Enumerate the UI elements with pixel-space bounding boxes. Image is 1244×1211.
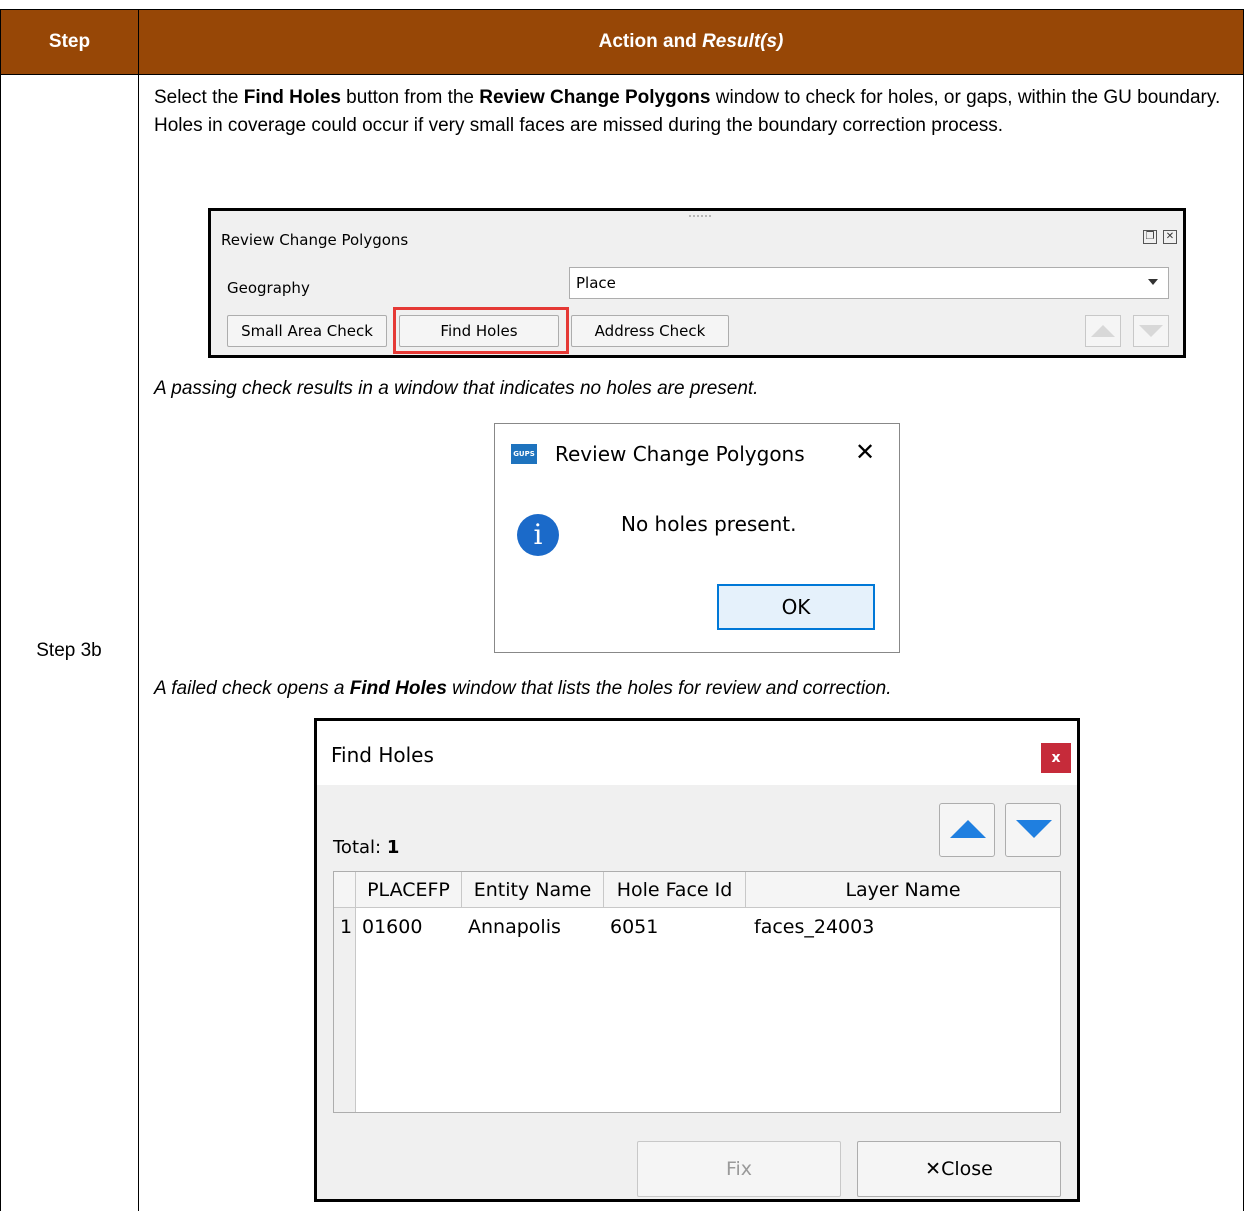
close-icon[interactable]: x xyxy=(1041,743,1071,773)
holes-table: PLACEFP Entity Name Hole Face Id Layer N… xyxy=(333,871,1061,1113)
pass-caption: A passing check results in a window that… xyxy=(154,378,759,399)
dialog-title: Review Change Polygons xyxy=(555,442,805,466)
chevron-down-icon xyxy=(1148,279,1158,285)
dialog-body: i No holes present. OK xyxy=(495,486,899,652)
review-change-polygons-panel: Review Change Polygons ❐ ✕ Geography Pla… xyxy=(208,208,1186,358)
fail-caption: A failed check opens a Find Holes window… xyxy=(154,678,892,700)
close-icon: ✕ xyxy=(925,1158,942,1180)
drag-grip[interactable] xyxy=(689,215,711,217)
panel-title: Review Change Polygons xyxy=(221,231,409,249)
geography-value: Place xyxy=(576,274,616,292)
total-label: Total: xyxy=(333,837,382,858)
row-header-column xyxy=(334,908,356,1112)
column-header-layer-name[interactable]: Layer Name xyxy=(746,872,1060,908)
instr-bold-2: Review Change Polygons xyxy=(479,87,711,108)
find-holes-titlebar: Find Holes x xyxy=(317,721,1077,785)
geography-select[interactable]: Place xyxy=(569,267,1169,299)
header-step: Step xyxy=(1,10,139,74)
instruction-text: Select the Find Holes button from the Re… xyxy=(154,84,1234,140)
cell-entity-name[interactable]: Annapolis xyxy=(468,916,561,938)
find-holes-highlight xyxy=(393,307,569,354)
fail-caption-text-2: window that lists the holes for review a… xyxy=(446,678,892,699)
total-value: 1 xyxy=(386,837,400,858)
step-number: Step 3b xyxy=(36,640,102,661)
no-holes-dialog: GUPS Review Change Polygons ✕ i No holes… xyxy=(494,423,900,653)
arrow-up-icon xyxy=(950,820,986,838)
ok-button[interactable]: OK xyxy=(717,584,875,630)
dialog-message: No holes present. xyxy=(621,512,797,536)
find-holes-title: Find Holes xyxy=(331,743,434,767)
close-button[interactable]: ✕Close xyxy=(857,1141,1061,1197)
gups-logo-icon: GUPS xyxy=(511,444,537,464)
dialog-titlebar: GUPS Review Change Polygons ✕ xyxy=(495,424,899,486)
info-icon: i xyxy=(517,514,559,556)
corner-cell xyxy=(334,872,356,908)
header-action: Action and Result(s) xyxy=(139,10,1243,74)
arrow-down-icon xyxy=(1016,820,1052,838)
float-icon[interactable]: ❐ xyxy=(1143,230,1157,244)
table-header-row: PLACEFP Entity Name Hole Face Id Layer N… xyxy=(334,872,1060,908)
arrow-down-icon xyxy=(1139,325,1163,337)
close-icon[interactable]: ✕ xyxy=(1163,230,1177,244)
fix-button[interactable]: Fix xyxy=(637,1141,841,1197)
column-header-entity-name[interactable]: Entity Name xyxy=(462,872,604,908)
row-divider xyxy=(138,75,139,1211)
table-header: Step Action and Result(s) xyxy=(0,9,1244,75)
small-area-check-button[interactable]: Small Area Check xyxy=(227,315,387,347)
previous-hole-button[interactable] xyxy=(939,803,995,857)
instr-bold-1: Find Holes xyxy=(243,87,341,108)
next-button[interactable] xyxy=(1133,315,1169,347)
close-icon[interactable]: ✕ xyxy=(855,438,875,466)
instr-text-1: Select the xyxy=(154,87,244,108)
fail-caption-bold: Find Holes xyxy=(349,678,447,699)
fail-caption-text-1: A failed check opens a xyxy=(154,678,350,699)
arrow-up-icon xyxy=(1091,325,1115,337)
address-check-button[interactable]: Address Check xyxy=(571,315,729,347)
cell-hole-face-id[interactable]: 6051 xyxy=(610,916,658,938)
cell-layer-name[interactable]: faces_24003 xyxy=(754,916,874,938)
instr-text-2: button from the xyxy=(340,87,480,108)
find-holes-window: Find Holes x Total: 1 PLACEFP Entity Nam… xyxy=(314,718,1080,1202)
cell-placefp[interactable]: 01600 xyxy=(362,916,422,938)
geography-label: Geography xyxy=(227,279,310,297)
header-action-text: Action and xyxy=(598,31,697,52)
total-count: Total: 1 xyxy=(333,837,399,858)
close-button-label: Close xyxy=(941,1158,993,1180)
previous-button[interactable] xyxy=(1085,315,1121,347)
row-number[interactable]: 1 xyxy=(340,916,352,938)
next-hole-button[interactable] xyxy=(1005,803,1061,857)
header-action-results: Result(s) xyxy=(702,31,784,52)
column-header-hole-face-id[interactable]: Hole Face Id xyxy=(604,872,746,908)
column-header-placefp[interactable]: PLACEFP xyxy=(356,872,462,908)
